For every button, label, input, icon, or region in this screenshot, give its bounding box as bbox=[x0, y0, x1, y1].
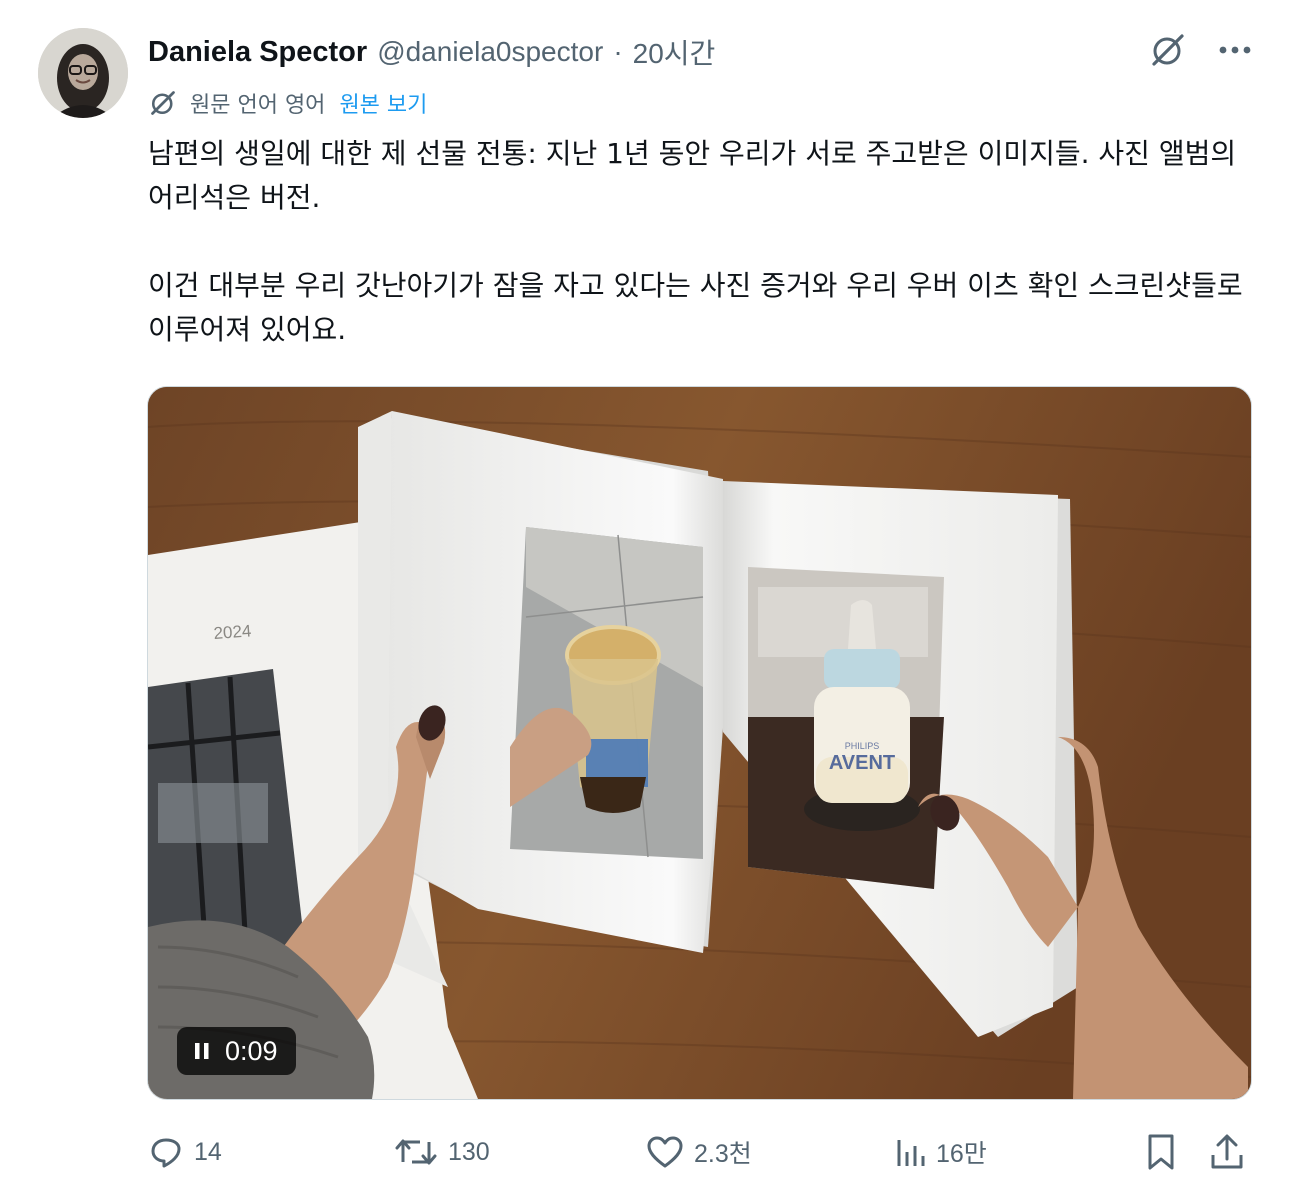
repost-icon bbox=[394, 1134, 438, 1170]
like-count: 2.3천 bbox=[694, 1140, 752, 1168]
separator-dot: · bbox=[613, 36, 623, 67]
reply-count: 14 bbox=[194, 1137, 222, 1166]
more-icon[interactable] bbox=[1218, 44, 1252, 56]
album-year-label: 2024 bbox=[213, 621, 252, 643]
tweet-header: Daniela Spector @daniela0spector · 20시간 bbox=[148, 30, 715, 74]
bookmark-icon bbox=[1146, 1133, 1176, 1171]
pause-icon[interactable] bbox=[195, 1042, 209, 1060]
translation-row: 원문 언어 영어 원본 보기 bbox=[148, 86, 427, 120]
like-icon bbox=[646, 1134, 684, 1170]
views-count: 16만 bbox=[936, 1140, 987, 1168]
video-timestamp: 0:09 bbox=[225, 1035, 278, 1066]
tweet-paragraph-2: 이건 대부분 우리 갓난아기가 잠을 자고 있다는 사진 증거와 우리 우버 이… bbox=[148, 269, 1243, 346]
share-icon bbox=[1210, 1133, 1244, 1171]
views-icon bbox=[896, 1134, 926, 1170]
video-frame: 2024 PHILIPS AVENT bbox=[148, 387, 1251, 1099]
views-button[interactable]: 16만 bbox=[896, 1130, 987, 1174]
video-timer[interactable]: 0:09 bbox=[177, 1027, 296, 1075]
like-button[interactable]: 2.3천 bbox=[646, 1130, 752, 1174]
translation-label: 원문 언어 영어 bbox=[190, 93, 326, 118]
bottle-brand: PHILIPS bbox=[845, 741, 880, 751]
avatar[interactable] bbox=[38, 28, 128, 118]
share-button[interactable] bbox=[1210, 1130, 1244, 1174]
top-icons bbox=[1148, 30, 1252, 70]
bookmark-button[interactable] bbox=[1146, 1130, 1176, 1174]
grok-icon[interactable] bbox=[1148, 30, 1188, 70]
repost-count: 130 bbox=[448, 1137, 490, 1166]
bottle-logo: AVENT bbox=[829, 752, 895, 774]
reply-icon bbox=[148, 1134, 184, 1170]
translate-icon bbox=[148, 88, 178, 118]
video-player[interactable]: 2024 PHILIPS AVENT 0:09 bbox=[147, 386, 1252, 1100]
repost-button[interactable]: 130 bbox=[394, 1130, 490, 1174]
tweet-paragraph-1: 남편의 생일에 대한 제 선물 전통: 지난 1년 동안 우리가 서로 주고받은… bbox=[148, 137, 1237, 214]
show-original-link[interactable]: 원본 보기 bbox=[339, 87, 427, 119]
action-bar: 14 130 2.3천 16만 bbox=[148, 1130, 1248, 1174]
author-handle[interactable]: @daniela0spector bbox=[377, 36, 603, 68]
tweet-time[interactable]: 20시간 bbox=[633, 32, 716, 72]
reply-button[interactable]: 14 bbox=[148, 1130, 222, 1174]
tweet-text: 남편의 생일에 대한 제 선물 전통: 지난 1년 동안 우리가 서로 주고받은… bbox=[148, 132, 1258, 352]
author-name[interactable]: Daniela Spector bbox=[148, 36, 367, 69]
